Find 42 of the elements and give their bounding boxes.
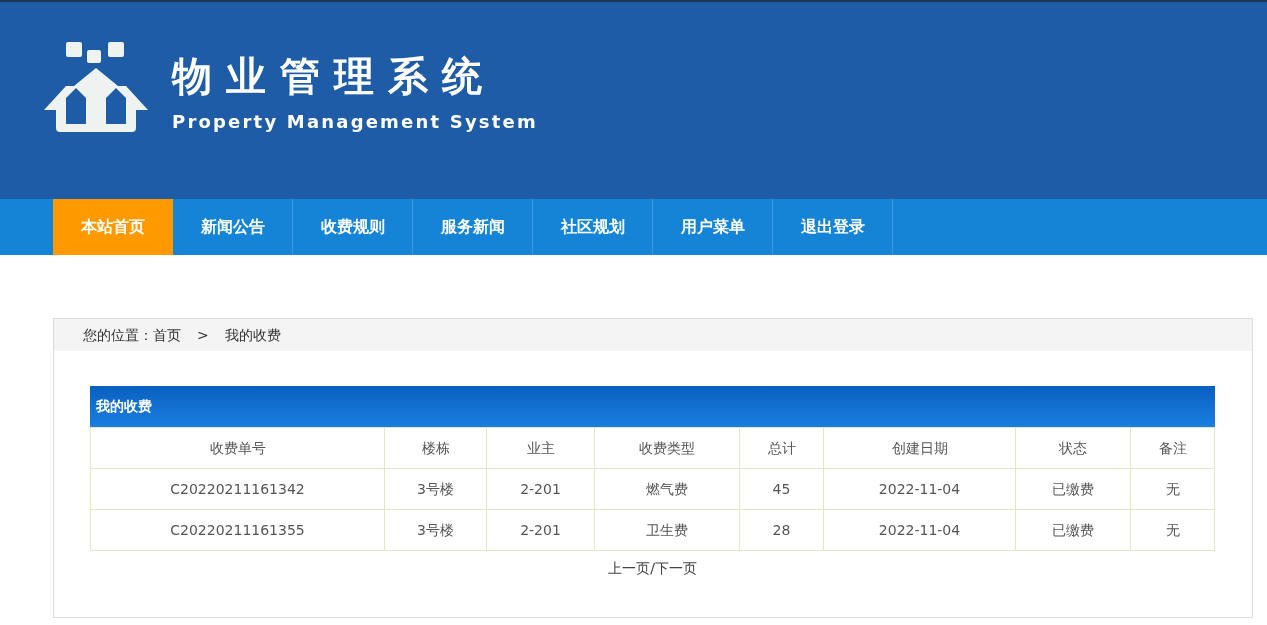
breadcrumb-link[interactable]: 首页: [153, 324, 181, 346]
column-header: 楼栋: [384, 427, 487, 469]
breadcrumb-current: 我的收费: [224, 325, 281, 345]
table-cell: 3号楼: [384, 468, 487, 510]
nav-tab[interactable]: 收费规则: [293, 199, 413, 255]
column-header: 收费单号: [90, 427, 385, 469]
table-cell: 2022-11-04: [823, 468, 1016, 510]
site-title: 物业管理系统: [172, 56, 497, 96]
nav-tab[interactable]: 退出登录: [773, 199, 893, 255]
column-header: 收费类型: [594, 427, 740, 469]
breadcrumb-label: 您的位置：: [83, 325, 153, 345]
prev-page-link[interactable]: 上一页: [608, 560, 651, 576]
table-cell: 无: [1130, 468, 1215, 510]
nav-tab[interactable]: 本站首页: [53, 199, 173, 255]
nav-tab[interactable]: 服务新闻: [413, 199, 533, 255]
table-cell: 45: [739, 468, 824, 510]
table-cell: 2-201: [486, 468, 595, 510]
column-header: 创建日期: [823, 427, 1016, 469]
houses-logo-icon: [44, 40, 148, 132]
table-cell: C20220211161342: [90, 468, 385, 510]
table-cell: 3号楼: [384, 509, 487, 551]
nav-tab[interactable]: 用户菜单: [653, 199, 773, 255]
column-header: 状态: [1015, 427, 1131, 469]
site-subtitle: Property Management System: [172, 110, 538, 134]
table-cell: 已缴费: [1015, 509, 1131, 551]
table-cell: 2022-11-04: [823, 509, 1016, 551]
column-header: 业主: [486, 427, 595, 469]
table-cell: 已缴费: [1015, 468, 1131, 510]
pagination-separator: /: [650, 560, 655, 576]
nav-tab[interactable]: 新闻公告: [173, 199, 293, 255]
table-cell: C20220211161355: [90, 509, 385, 551]
table-cell: 卫生费: [594, 509, 740, 551]
table-cell: 2-201: [486, 509, 595, 551]
table-title: 我的收费: [90, 386, 1215, 427]
table-cell: 燃气费: [594, 468, 740, 510]
breadcrumb-separator: >: [197, 325, 209, 345]
column-header: 总计: [739, 427, 824, 469]
nav-tab[interactable]: 社区规划: [533, 199, 653, 255]
next-page-link[interactable]: 下一页: [654, 560, 697, 576]
table-cell: 28: [739, 509, 824, 551]
column-header: 备注: [1130, 427, 1215, 469]
table-cell: 无: [1130, 509, 1215, 551]
